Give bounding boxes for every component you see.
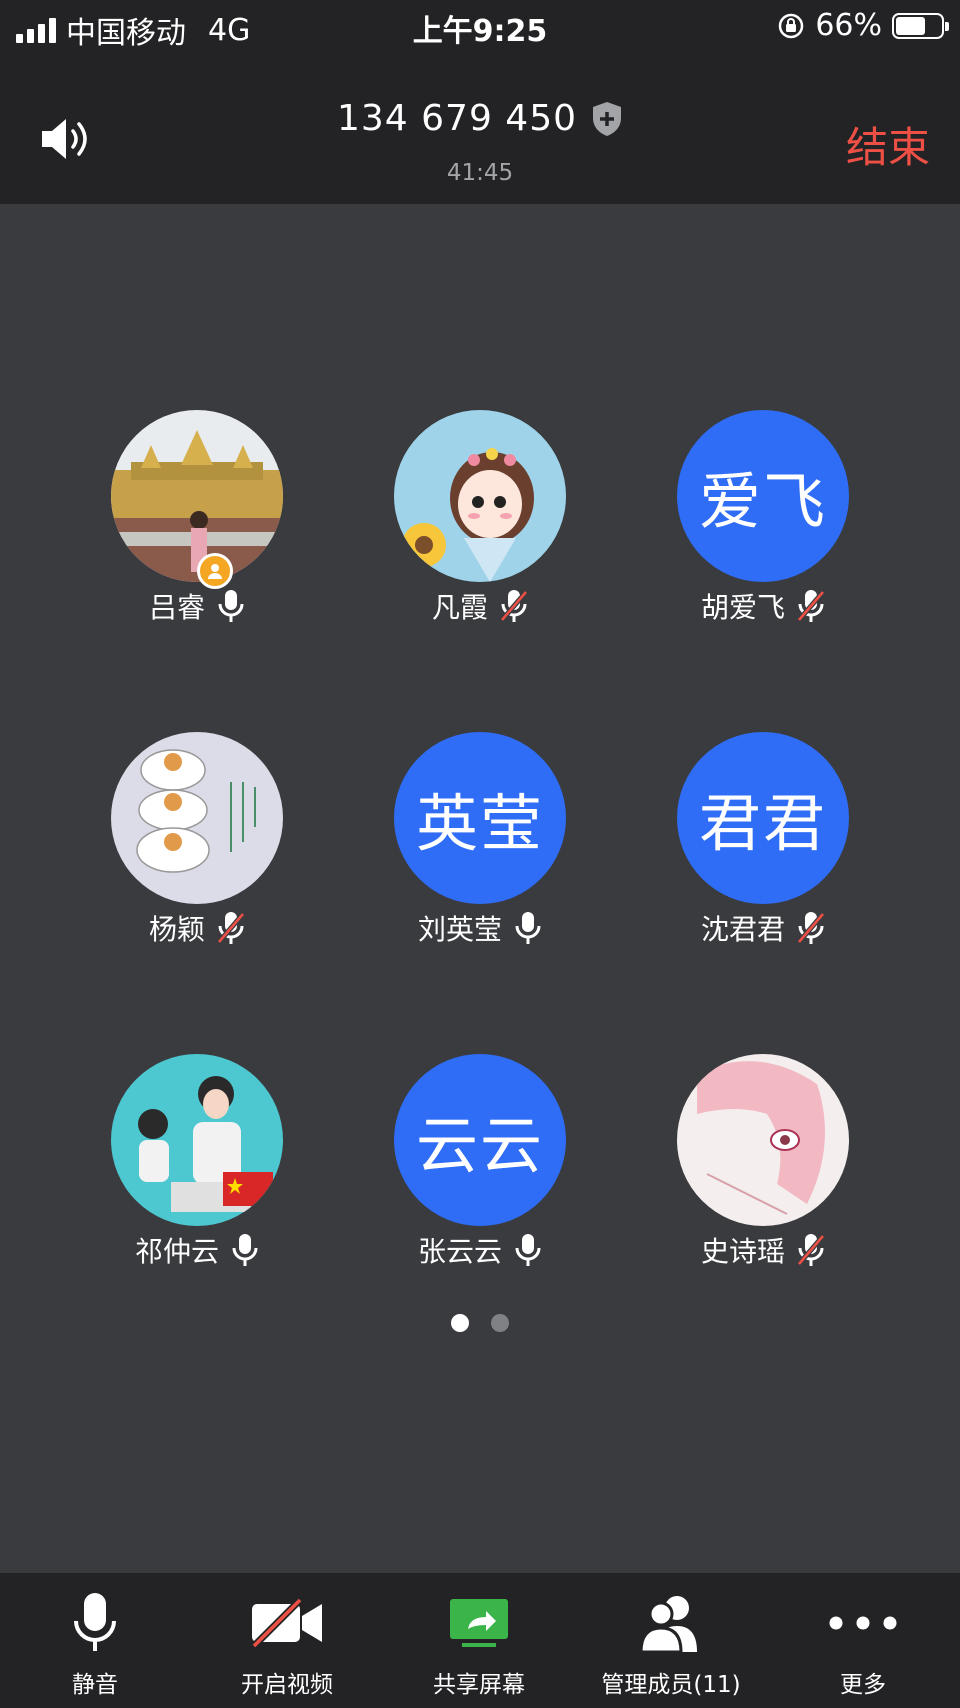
avatar-photo [111, 410, 283, 582]
avatar-initials: 英莹 [415, 787, 544, 860]
participant-name: 史诗瑶 [700, 1235, 785, 1268]
participant-name-row: 沈君君 [633, 906, 893, 950]
participant-name: 杨颖 [148, 913, 205, 946]
mic-on-icon [232, 1234, 258, 1266]
participant-tile[interactable]: 凡霞 [350, 410, 610, 628]
participant-name-row: 刘英莹 [350, 906, 610, 950]
page-indicator [0, 1314, 960, 1332]
participant-name-row: 凡霞 [350, 584, 610, 628]
battery-fill [896, 16, 926, 35]
avatar [111, 410, 283, 582]
participant-tile[interactable]: 吕睿 [67, 410, 327, 628]
meeting-duration: 41:45 [446, 160, 514, 186]
participant-tile[interactable]: 英莹 刘英莹 [350, 732, 610, 950]
mic-on-icon [515, 912, 541, 944]
avatar: 英莹 [394, 732, 566, 904]
avatar [111, 732, 283, 904]
participant-name: 吕睿 [148, 591, 205, 624]
participant-tile[interactable]: 云云 张云云 [350, 1054, 610, 1272]
video-label: 开启视频 [241, 1672, 333, 1698]
participant-name-row: 吕睿 [67, 584, 327, 628]
status-right: 66% [777, 8, 949, 43]
avatar-photo [677, 1054, 849, 1226]
participant-tile[interactable]: 君君 沈君君 [633, 732, 893, 950]
participant-name-row: 张云云 [350, 1228, 610, 1272]
more-dots-icon [829, 1616, 897, 1630]
status-bar: 中国移动 4G 上午9:25 66% [0, 0, 960, 52]
page-dot[interactable] [491, 1314, 509, 1332]
meeting-id: 134 679 450 [336, 98, 578, 139]
microphone-icon [74, 1593, 116, 1651]
avatar-initials: 云云 [415, 1109, 544, 1182]
participant-tile[interactable]: 杨颖 [67, 732, 327, 950]
participant-name-row: 杨颖 [67, 906, 327, 950]
avatar: 君君 [677, 732, 849, 904]
avatar: 爱飞 [677, 410, 849, 582]
avatar [394, 410, 566, 582]
mic-on-icon [218, 590, 244, 622]
mic-muted-icon [217, 912, 245, 944]
mic-muted-icon [500, 590, 528, 622]
members-label: 管理成员(11) [601, 1672, 741, 1698]
participant-name: 凡霞 [431, 591, 488, 624]
mic-on-icon [515, 1234, 541, 1266]
avatar [677, 1054, 849, 1226]
end-meeting-button[interactable]: 结束 [846, 114, 930, 175]
participant-name: 祁仲云 [134, 1235, 219, 1268]
participant-tile[interactable]: 史诗瑶 [633, 1054, 893, 1272]
participant-tile[interactable]: 爱飞 胡爱飞 [633, 410, 893, 628]
page-dot[interactable] [451, 1314, 469, 1332]
shield-icon[interactable] [591, 101, 623, 137]
participant-name-row: 胡爱飞 [633, 584, 893, 628]
participant-name-row: 史诗瑶 [633, 1228, 893, 1272]
avatar-photo [111, 1054, 283, 1226]
battery-icon [892, 12, 949, 39]
more-label: 更多 [840, 1672, 886, 1698]
share-screen-icon [450, 1599, 508, 1647]
call-header: 134 679 450 41:45 结束 [0, 52, 960, 204]
participant-tile[interactable]: 祁仲云 [67, 1054, 327, 1272]
avatar-photo [394, 410, 566, 582]
host-badge-icon [197, 553, 233, 589]
members-icon [639, 1596, 697, 1654]
participant-name-row: 祁仲云 [67, 1228, 327, 1272]
avatar: 云云 [394, 1054, 566, 1226]
mic-muted-icon [797, 590, 825, 622]
meeting-id-wrap: 134 679 450 [0, 98, 960, 139]
bottom-toolbar: 静音 开启视频 共享屏幕 管理成员(11) 更多 [0, 1573, 960, 1708]
mute-button[interactable]: 静音 [0, 1587, 190, 1699]
rotation-lock-icon [779, 13, 804, 38]
mic-muted-icon [797, 1234, 825, 1266]
video-off-icon [251, 1598, 322, 1648]
manage-members-button[interactable]: 管理成员(11) [576, 1587, 766, 1699]
battery-percent: 66% [815, 8, 882, 43]
participant-name: 沈君君 [700, 913, 785, 946]
avatar-photo [111, 732, 283, 904]
participant-name: 张云云 [417, 1235, 502, 1268]
avatar-initials: 爱飞 [698, 465, 827, 538]
mic-muted-icon [797, 912, 825, 944]
participant-name: 胡爱飞 [700, 591, 785, 624]
share-screen-button[interactable]: 共享屏幕 [384, 1587, 574, 1699]
participant-name: 刘英莹 [417, 913, 502, 946]
mute-label: 静音 [72, 1672, 118, 1698]
start-video-button[interactable]: 开启视频 [192, 1587, 382, 1699]
share-label: 共享屏幕 [433, 1672, 525, 1698]
avatar [111, 1054, 283, 1226]
avatar-initials: 君君 [698, 787, 827, 860]
more-button[interactable]: 更多 [768, 1587, 958, 1699]
